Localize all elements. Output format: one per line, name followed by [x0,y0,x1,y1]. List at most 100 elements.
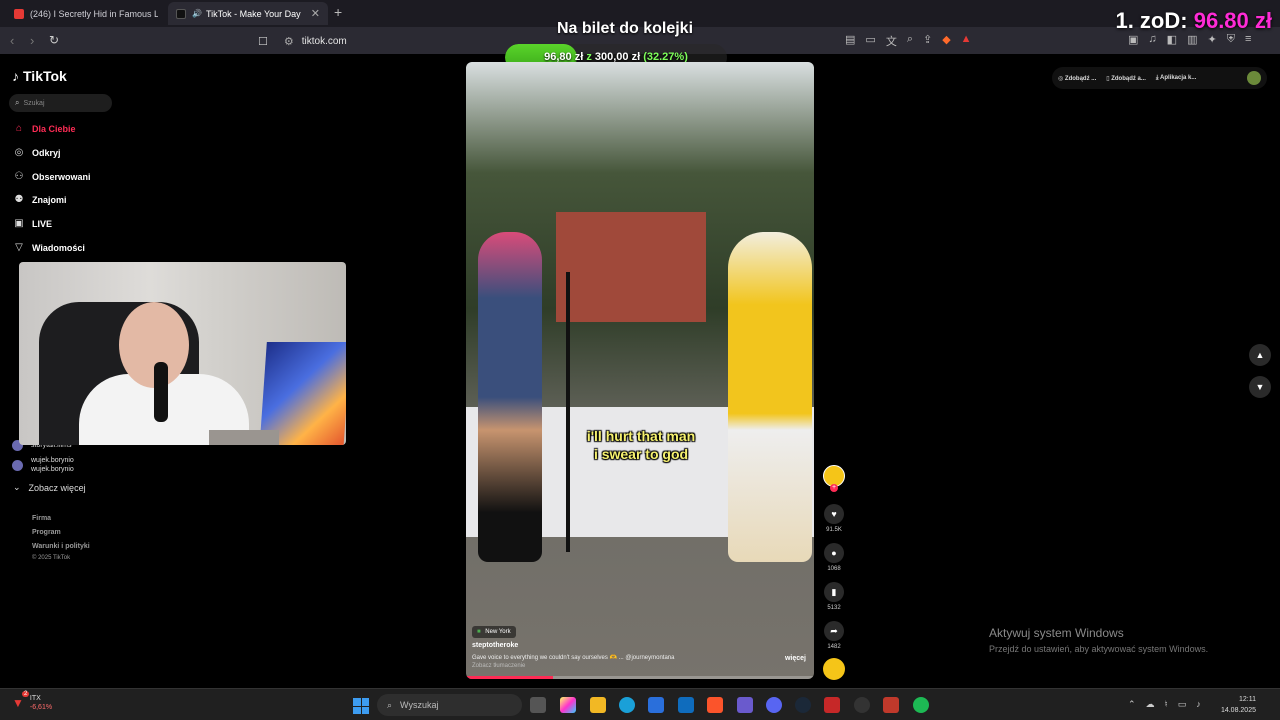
url-text: tiktok.com [301,35,347,47]
sidebar-item-messages[interactable]: ▽ Wiadomości [11,242,85,253]
zoom-icon[interactable]: ⌕ [907,33,913,49]
goal-title: Na bilet do kolejki [556,20,694,37]
forward-icon[interactable]: › [30,33,34,48]
comment-icon: ● [824,543,844,563]
file-explorer-icon[interactable] [590,697,606,713]
rewards-icon[interactable]: ▲ [961,33,972,49]
brave-icon[interactable] [707,697,723,713]
stock-badge: 2 [22,691,30,697]
cast-icon[interactable]: ▭ [865,33,875,49]
following-account[interactable]: wujek.borynio wujek.borynio [12,456,74,474]
sidebar-item-label: Dla Ciebie [32,123,76,134]
footer-link[interactable]: Program [32,529,61,536]
new-tab-button[interactable]: + [334,4,342,20]
like-button[interactable]: ♥ 91.5K [823,504,845,533]
app-icon[interactable] [883,697,899,713]
stock-text: ITX -6,61% [30,694,52,712]
clock[interactable]: 12:11 14.08.2025 [1221,694,1256,716]
taskbar-search[interactable]: ⌕ Wyszukaj [377,694,522,716]
menu-icon[interactable]: ≡ [1245,33,1251,46]
outlook-icon[interactable] [678,697,694,713]
sidebar-item-explore[interactable]: ◎ Odkryj [11,147,61,158]
store-icon[interactable] [648,697,664,713]
tiktok-logo[interactable]: ♪ TikTok [12,68,67,84]
comment-button[interactable]: ● 1068 [823,543,845,572]
tab-youtube[interactable]: (246) I Secretly Hid in Famous Livestr [6,2,166,25]
bookmark-icon[interactable]: ☐ [258,35,268,48]
sidebar-item-live[interactable]: ▣ LIVE [11,218,52,229]
spotify-icon[interactable] [913,697,929,713]
leo-icon[interactable]: ✦ [1207,33,1216,46]
footer-link[interactable]: Warunki i polityki [32,543,90,550]
next-video-button[interactable]: ▼ [1249,376,1271,398]
vpn-icon[interactable]: ⛨ [1227,33,1235,46]
see-more-button[interactable]: ⌄ Zobacz więcej [13,482,86,493]
sidebar-item-friends[interactable]: ⚉ Znajomi [11,194,67,205]
tab-tiktok[interactable]: 🔊 TikTok - Make Your Day ✕ [168,2,328,25]
wallet-icon[interactable]: ▥ [1187,33,1197,46]
previous-video-button[interactable]: ▲ [1249,344,1271,366]
reader-icon[interactable]: ▤ [845,33,855,49]
windows-taskbar: ▼ 2 ITX -6,61% ⌕ Wyszukaj ⌃ ☁ ♮ ▭ ♪ 12:1… [0,688,1280,720]
video-author[interactable]: steptotheroke [472,642,518,649]
copilot-icon[interactable] [560,697,576,713]
save-button[interactable]: ▮ 5132 [823,582,845,611]
share-button[interactable]: ➦ 1482 [823,621,845,650]
follow-plus-icon[interactable]: + [830,484,838,492]
network-icon[interactable]: ▭ [1178,699,1187,710]
search-placeholder: Wyszukaj [400,700,439,710]
video-progress-bar[interactable] [466,676,814,679]
app-icon[interactable] [737,697,753,713]
music-disc-icon[interactable] [823,658,845,680]
task-view-icon[interactable] [530,697,546,713]
caption-line: i swear to god [593,446,689,462]
discord-icon[interactable] [766,697,782,713]
panel-icon[interactable]: ◧ [1167,33,1177,46]
reload-icon[interactable]: ↻ [49,33,59,47]
stock-widget[interactable]: ▼ 2 ITX -6,61% [12,691,52,712]
cloud-icon[interactable]: ☁ [1146,699,1155,710]
webcam-overlay [19,262,346,445]
search-icon: ⌕ [387,699,393,710]
profile-avatar[interactable] [1247,71,1261,85]
steam-icon[interactable] [795,697,811,713]
video-player[interactable]: i'll hurt that man i swear to god ■ New … [466,62,814,679]
site-info-icon[interactable]: ⚙ [284,35,294,48]
app-icon[interactable] [824,697,840,713]
location-name: New York [485,629,511,635]
volume-icon[interactable]: ♪ [1196,699,1201,710]
chevron-up-icon[interactable]: ⌃ [1128,699,1136,710]
copyright: © 2025 TikTok [32,555,71,561]
sidebar-item-for-you[interactable]: ⌂ Dla Ciebie [11,123,76,134]
microphone [154,362,168,422]
obs-icon[interactable] [854,697,870,713]
start-button[interactable] [353,698,369,714]
bookmark-icon: ▮ [824,582,844,602]
share-icon[interactable]: ⇪ [923,33,932,49]
search-input[interactable]: ⌕ Szukaj [9,94,112,112]
date: 14.08.2025 [1220,707,1256,714]
close-tab-icon[interactable]: ✕ [311,7,320,20]
desktop-app-link[interactable]: ⤓ Aplikacja k... [1156,75,1196,82]
heart-icon: ♥ [824,504,844,524]
back-icon[interactable]: ‹ [10,33,14,48]
windows-activation-watermark: Aktywuj system Windows Przejdź do ustawi… [989,626,1208,654]
microphone-icon[interactable]: ♮ [1165,699,1168,710]
background-building [556,212,706,322]
translate-icon[interactable]: 文 [886,33,897,49]
brave-shield-icon[interactable]: ◆ [942,33,950,49]
sidebar-icon[interactable]: ▣ [1128,33,1138,46]
get-coins-link[interactable]: ◎ Zdobądź ... [1058,75,1096,82]
edge-icon[interactable] [619,697,635,713]
top-donor: 1. zoD: 96.80 zł [1115,8,1272,34]
more-link[interactable]: więcej [785,655,806,662]
get-app-link[interactable]: ▯ Zdobądź a... [1106,75,1146,82]
footer-link[interactable]: Firma [32,515,51,522]
see-translation-link[interactable]: Zobacz tłumaczenie [472,663,525,669]
activation-title: Aktywuj system Windows [989,626,1124,640]
location-tag[interactable]: ■ New York [472,626,516,638]
music-icon[interactable]: ♫ [1148,33,1156,46]
sidebar-item-label: LIVE [32,218,53,229]
sidebar-item-following[interactable]: ⚇ Obserwowani [11,171,91,182]
browser-tools: ▣ ♫ ◧ ▥ ✦ ⛨ ≡ [1128,33,1251,46]
